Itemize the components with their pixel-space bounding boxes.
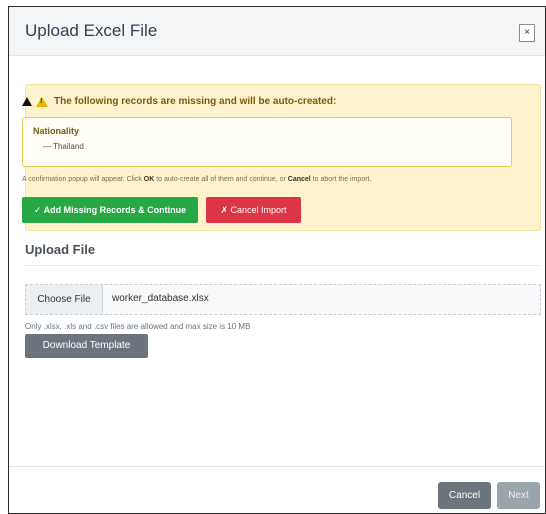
warning-icon: [22, 97, 32, 106]
note-text: to abort the import.: [310, 176, 372, 183]
alert-heading: The following records are missing and wi…: [22, 96, 336, 107]
add-missing-records-button[interactable]: ✓ Add Missing Records & Continue: [22, 197, 198, 223]
missing-records-list: Nationality — Thailand: [22, 117, 512, 167]
record-item: — Thailand: [43, 142, 84, 151]
cancel-import-button[interactable]: ✗ Cancel Import: [206, 197, 301, 223]
close-icon: ×: [524, 27, 530, 38]
choose-file-button[interactable]: Choose File: [26, 285, 103, 314]
modal-title: Upload Excel File: [25, 21, 158, 40]
upload-section-title: Upload File: [25, 242, 96, 257]
upload-modal: Upload Excel File × The following record…: [8, 6, 546, 514]
warning-icon: [36, 96, 48, 107]
modal-header: Upload Excel File ×: [9, 7, 545, 56]
file-input[interactable]: Choose File worker_database.xlsx: [25, 284, 541, 315]
file-help-text: Only .xlsx, .xls and .csv files are allo…: [25, 322, 251, 331]
alert-heading-text: The following records are missing and wi…: [54, 96, 337, 107]
section-divider: [25, 265, 541, 266]
note-cancel: Cancel: [287, 176, 311, 183]
confirmation-note: A confirmation popup will appear. Click …: [22, 176, 371, 183]
note-ok: OK: [143, 176, 155, 183]
footer-divider: [9, 466, 545, 467]
note-text: A confirmation popup will appear. Click: [22, 176, 144, 183]
close-button[interactable]: ×: [519, 24, 535, 42]
cancel-button[interactable]: Cancel: [438, 482, 491, 509]
download-template-button[interactable]: Download Template: [25, 334, 148, 358]
note-text: to auto-create all of them and continue,…: [154, 176, 288, 183]
next-button[interactable]: Next: [497, 482, 540, 509]
record-group-label: Nationality: [33, 126, 80, 136]
selected-file-name: worker_database.xlsx: [112, 293, 209, 304]
